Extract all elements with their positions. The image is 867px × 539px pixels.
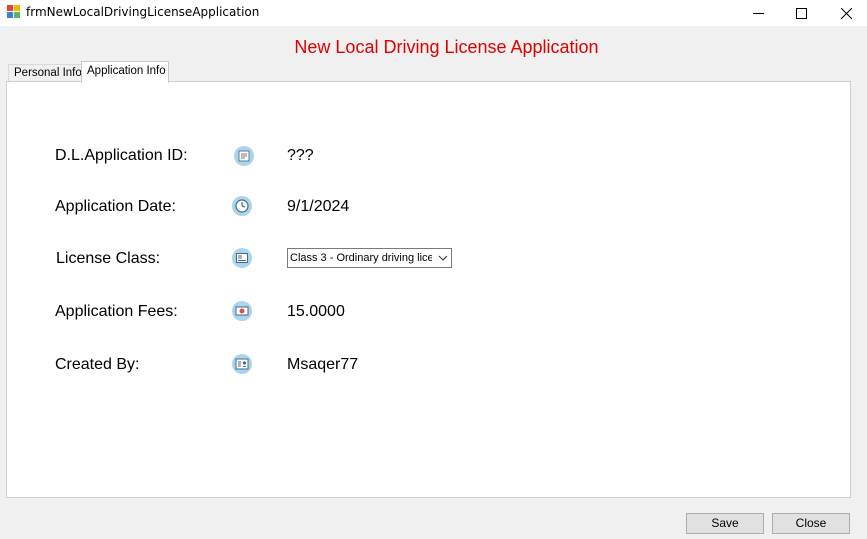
license-class-selected: Class 3 - Ordinary driving licen: [290, 252, 432, 264]
save-button[interactable]: Save: [686, 513, 764, 534]
application-date-value: 9/1/2024: [287, 198, 350, 215]
title-bar[interactable]: frmNewLocalDrivingLicenseApplication: [0, 0, 867, 26]
app-icon: [7, 5, 20, 18]
close-icon: [840, 7, 852, 19]
id-card-icon: [234, 146, 254, 166]
maximize-button[interactable]: [778, 0, 824, 26]
tab-application-info[interactable]: Application Info: [81, 61, 169, 83]
created-by-value: Msaqer77: [287, 356, 359, 373]
created-by-label: Created By:: [55, 356, 140, 373]
clock-icon: [232, 196, 252, 216]
window-title: frmNewLocalDrivingLicenseApplication: [26, 5, 260, 19]
app-window: frmNewLocalDrivingLicenseApplication New…: [0, 0, 867, 539]
close-button[interactable]: Close: [772, 513, 850, 534]
application-date-label: Application Date:: [55, 198, 176, 215]
maximize-icon: [795, 7, 807, 19]
chevron-down-icon: [438, 255, 448, 261]
tab-personal-info[interactable]: Personal Info: [8, 64, 82, 82]
application-fees-value: 15.0000: [287, 303, 345, 320]
application-id-label: D.L.Application ID:: [55, 147, 188, 164]
license-class-label: License Class:: [56, 250, 161, 267]
application-info-panel: [6, 81, 851, 498]
minimize-button[interactable]: [735, 0, 781, 26]
license-class-select[interactable]: Class 3 - Ordinary driving licen: [287, 248, 452, 268]
application-fees-label: Application Fees:: [55, 303, 178, 320]
minimize-icon: [752, 12, 764, 14]
page-title: New Local Driving License Application: [294, 37, 599, 57]
close-window-button[interactable]: [823, 0, 867, 26]
user-card-icon: [232, 354, 252, 374]
application-id-value: ???: [287, 147, 314, 164]
license-icon: [232, 248, 252, 268]
money-icon: [232, 301, 252, 321]
